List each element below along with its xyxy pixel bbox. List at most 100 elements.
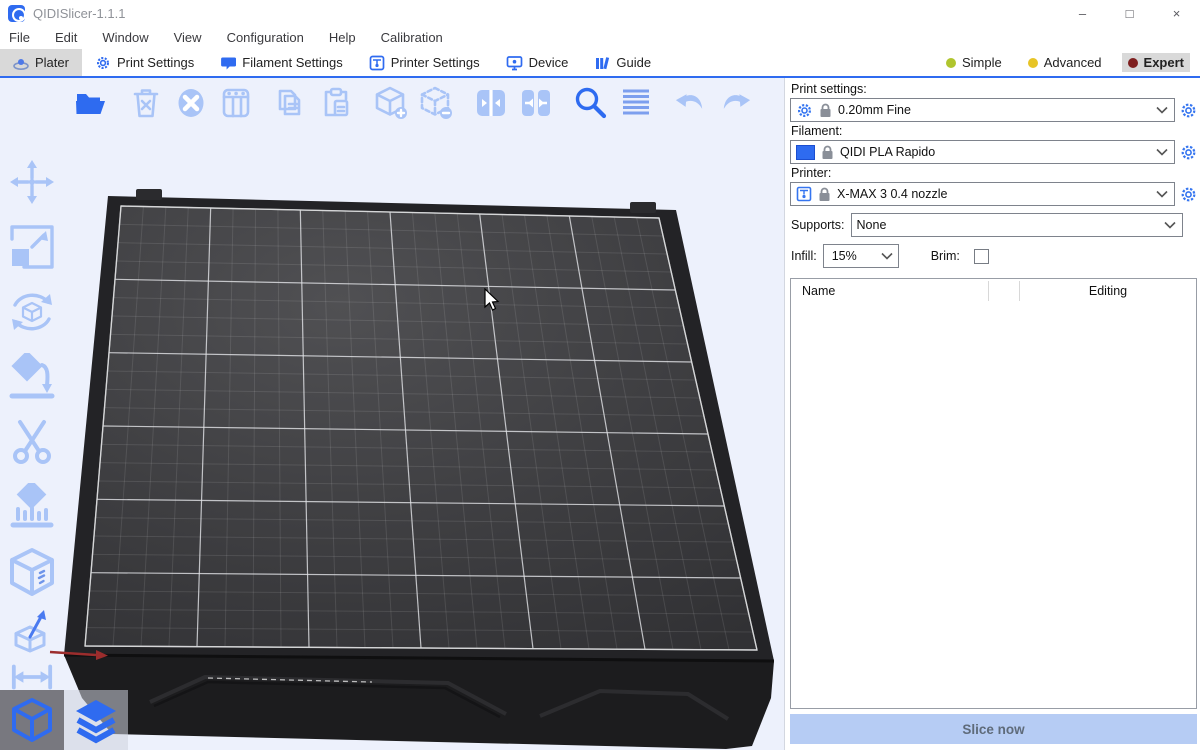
tab-printer-settings-label: Printer Settings <box>391 55 480 70</box>
brim-checkbox[interactable] <box>974 249 989 264</box>
editor-view-button[interactable] <box>0 690 64 750</box>
lock-icon <box>818 187 831 202</box>
undo-button[interactable] <box>672 84 709 121</box>
chevron-down-icon <box>1164 221 1176 229</box>
menu-view[interactable]: View <box>174 30 202 45</box>
cut-tool-button[interactable] <box>6 416 58 468</box>
lock-icon <box>819 103 832 118</box>
open-button[interactable] <box>72 84 109 121</box>
tab-print-settings-label: Print Settings <box>117 55 194 70</box>
seam-painting-tool-button[interactable] <box>6 546 58 598</box>
filament-edit-button[interactable] <box>1179 143 1197 161</box>
printer-value: X-MAX 3 0.4 nozzle <box>837 187 1150 201</box>
viewport-3d[interactable] <box>0 78 784 750</box>
scale-tool-button[interactable] <box>6 221 58 273</box>
arrange-button[interactable] <box>217 84 254 121</box>
guide-icon <box>594 55 610 71</box>
printer-combo[interactable]: X-MAX 3 0.4 nozzle <box>790 182 1175 206</box>
split-to-objects-icon <box>474 86 508 120</box>
mode-simple-label: Simple <box>962 55 1002 70</box>
place-on-face-tool-button[interactable] <box>6 351 58 403</box>
settings-panel: Print settings: 0.20mm Fine <box>784 78 1200 750</box>
print-settings-combo[interactable]: 0.20mm Fine <box>790 98 1175 122</box>
support-painting-tool-button[interactable] <box>6 481 58 533</box>
mode-switcher: Simple Advanced Expert <box>940 49 1200 76</box>
mode-simple[interactable]: Simple <box>940 53 1008 72</box>
move-tool-button[interactable] <box>6 156 58 208</box>
mode-advanced[interactable]: Advanced <box>1022 53 1108 72</box>
print-settings-value: 0.20mm Fine <box>838 103 1150 117</box>
minimize-button[interactable]: – <box>1059 0 1106 26</box>
advanced-mode-dot-icon <box>1028 58 1038 68</box>
rotate-tool-button[interactable] <box>6 286 58 338</box>
menu-window[interactable]: Window <box>102 30 148 45</box>
tab-guide-label: Guide <box>616 55 651 70</box>
slice-now-button[interactable]: Slice now <box>790 714 1197 744</box>
print-settings-gear-icon <box>95 55 111 71</box>
redo-button[interactable] <box>717 84 754 121</box>
maximize-button[interactable]: □ <box>1106 0 1153 26</box>
delete-button[interactable] <box>127 84 164 121</box>
preset-gear-icon <box>796 102 813 119</box>
chevron-down-icon <box>1156 148 1168 156</box>
preview-view-button[interactable] <box>64 690 128 750</box>
cut-scissors-icon <box>8 418 56 466</box>
chevron-down-icon <box>1156 106 1168 114</box>
brim-label: Brim: <box>931 249 960 263</box>
menu-calibration[interactable]: Calibration <box>381 30 443 45</box>
tab-device[interactable]: Device <box>493 49 582 76</box>
window-title: QIDISlicer-1.1.1 <box>33 6 125 21</box>
tab-plater[interactable]: Plater <box>0 49 82 76</box>
preview-layers-icon <box>72 696 120 744</box>
copy-icon <box>274 86 308 120</box>
printer-label: Printer: <box>791 166 1197 180</box>
tab-guide[interactable]: Guide <box>581 49 664 76</box>
menu-help[interactable]: Help <box>329 30 356 45</box>
build-plate-scene <box>0 78 784 750</box>
print-settings-label: Print settings: <box>791 82 1197 96</box>
search-button[interactable] <box>572 84 609 121</box>
view-switch <box>0 690 128 750</box>
tab-printer-settings[interactable]: Printer Settings <box>356 49 493 76</box>
printer-icon <box>796 186 812 202</box>
copy-button[interactable] <box>272 84 309 121</box>
delete-all-button[interactable] <box>172 84 209 121</box>
split-to-objects-button[interactable] <box>472 84 509 121</box>
device-icon <box>506 55 523 71</box>
close-button[interactable]: × <box>1153 0 1200 26</box>
variable-layer-height-button[interactable] <box>617 84 654 121</box>
tabbar: Plater Print Settings Filament Settings … <box>0 49 1200 78</box>
print-settings-edit-button[interactable] <box>1179 101 1197 119</box>
supports-label: Supports: <box>791 218 845 232</box>
menu-file[interactable]: File <box>9 30 30 45</box>
scale-icon <box>8 223 56 271</box>
paste-button[interactable] <box>317 84 354 121</box>
emboss-tool-button[interactable] <box>10 611 54 651</box>
seam-painting-icon <box>7 547 57 597</box>
tab-print-settings[interactable]: Print Settings <box>82 49 207 76</box>
edit-gear-icon <box>1180 186 1197 203</box>
infill-label: Infill: <box>791 249 817 263</box>
add-instance-icon <box>373 85 409 121</box>
edit-gear-icon <box>1180 102 1197 119</box>
simple-mode-dot-icon <box>946 58 956 68</box>
mouse-cursor <box>482 288 502 312</box>
supports-combo[interactable]: None <box>851 213 1183 237</box>
printer-edit-button[interactable] <box>1179 185 1197 203</box>
filament-combo[interactable]: QIDI PLA Rapido <box>790 140 1175 164</box>
remove-instance-button[interactable] <box>417 84 454 121</box>
remove-instance-icon <box>418 85 454 121</box>
filament-value: QIDI PLA Rapido <box>840 145 1150 159</box>
filament-label: Filament: <box>791 124 1197 138</box>
menu-configuration[interactable]: Configuration <box>227 30 304 45</box>
split-to-parts-button[interactable] <box>517 84 554 121</box>
add-instance-button[interactable] <box>372 84 409 121</box>
paste-icon <box>319 86 353 120</box>
mode-expert[interactable]: Expert <box>1122 53 1190 72</box>
infill-combo[interactable]: 15% <box>823 244 899 268</box>
expert-mode-dot-icon <box>1128 58 1138 68</box>
tab-filament-settings[interactable]: Filament Settings <box>207 49 355 76</box>
editor-3d-cube-icon <box>10 697 54 743</box>
menu-edit[interactable]: Edit <box>55 30 77 45</box>
tabbar-spacer <box>664 49 940 76</box>
